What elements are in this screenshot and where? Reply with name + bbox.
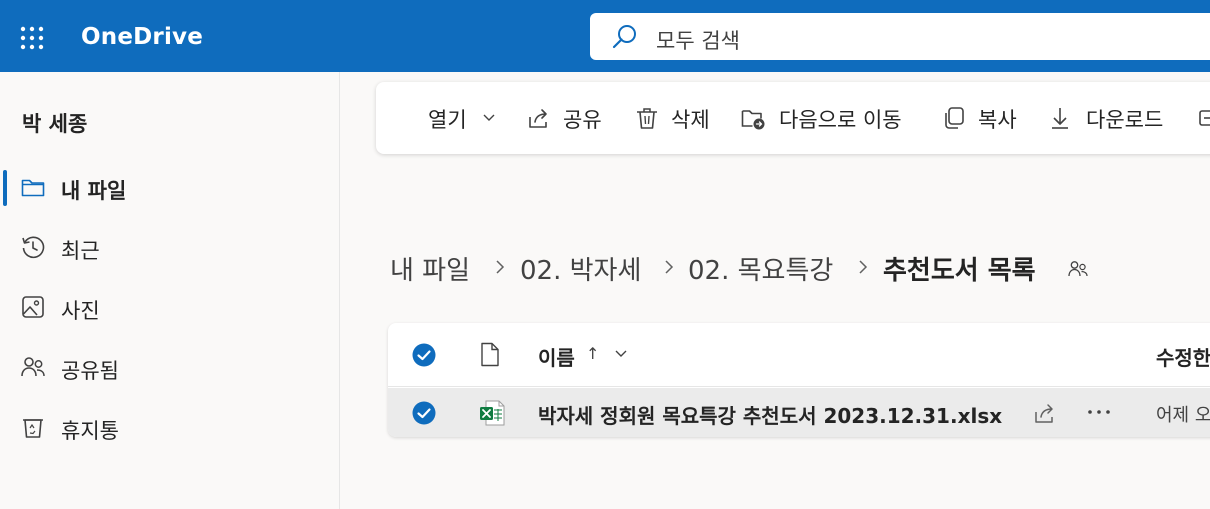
move-to-button[interactable]: 다음으로 이동	[740, 103, 916, 133]
copy-button[interactable]: 복사	[941, 103, 1021, 133]
column-header-modified[interactable]: 수정한	[1156, 342, 1210, 371]
download-button[interactable]: 다운로드	[1047, 103, 1172, 133]
command-bar: 열기 공유 삭제 다음으로 이동 복사 다운로드	[376, 82, 1210, 154]
delete-button[interactable]: 삭제	[634, 103, 714, 133]
breadcrumb-item-folder-1[interactable]: 02. 박자세	[520, 250, 641, 287]
shared-people-icon	[1068, 261, 1088, 277]
breadcrumb-current: 추천도서 목록	[883, 256, 1036, 286]
copy-icon	[945, 107, 964, 129]
sidebar-item-recent[interactable]: 최근	[0, 225, 339, 269]
sidebar-item-recycle-bin[interactable]: 휴지통	[0, 405, 339, 449]
column-header-name[interactable]: 이름	[538, 342, 575, 371]
sidebar-item-label: 사진	[61, 299, 100, 323]
sidebar-item-label: 공유됨	[61, 359, 119, 383]
image-icon	[22, 296, 44, 318]
download-icon	[1052, 108, 1068, 129]
app-title[interactable]: OneDrive	[81, 24, 203, 50]
chevron-down-icon	[483, 114, 495, 121]
breadcrumb-item-folder-2[interactable]: 02. 목요특강	[688, 250, 833, 287]
history-icon	[22, 236, 45, 259]
trash-icon	[637, 108, 657, 129]
chevron-down-icon[interactable]	[614, 349, 628, 359]
share-button[interactable]: 공유	[526, 103, 608, 133]
list-header: 이름 ↑ 수정한	[388, 323, 1210, 387]
sidebar: 박 세종 내 파일 최근 사진 공유됨 휴지통	[0, 72, 340, 509]
recycle-bin-icon	[23, 419, 43, 438]
active-indicator	[3, 170, 7, 206]
app-launcher-icon[interactable]	[20, 26, 44, 50]
sidebar-item-my-files[interactable]: 내 파일	[0, 165, 339, 209]
file-list: 이름 ↑ 수정한 박자세 정회원 목요특강 추천도서 2023.12.31.xl…	[388, 323, 1210, 437]
table-row[interactable]: 박자세 정회원 목요특강 추천도서 2023.12.31.xlsx 어제 오	[388, 388, 1210, 437]
chevron-right-icon	[859, 260, 868, 274]
download-label: 다운로드	[1086, 108, 1164, 132]
file-modified: 어제 오	[1156, 405, 1210, 426]
user-name: 박 세종	[22, 112, 88, 136]
sidebar-item-shared[interactable]: 공유됨	[0, 345, 339, 389]
move-folder-icon	[741, 110, 765, 130]
sidebar-item-label: 최근	[61, 239, 100, 263]
top-bar: OneDrive 모두 검색	[0, 0, 1210, 72]
file-name[interactable]: 박자세 정회원 목요특강 추천도서 2023.12.31.xlsx	[538, 400, 1002, 429]
search-box[interactable]: 모두 검색	[590, 13, 1210, 60]
sidebar-item-photos[interactable]: 사진	[0, 285, 339, 329]
more-options-icon[interactable]	[1087, 408, 1111, 416]
rename-icon	[1199, 110, 1210, 126]
search-icon	[612, 25, 636, 49]
chevron-right-icon	[496, 260, 505, 274]
file-type-icon	[481, 342, 499, 367]
more-command-button[interactable]	[1198, 103, 1210, 133]
share-icon	[529, 109, 547, 128]
excel-icon	[480, 400, 505, 426]
row-checkbox[interactable]	[412, 401, 436, 425]
select-all-checkbox[interactable]	[412, 343, 436, 367]
sidebar-item-label: 내 파일	[61, 179, 127, 203]
move-to-label: 다음으로 이동	[779, 108, 902, 132]
sort-ascending-icon[interactable]: ↑	[586, 344, 599, 363]
chevron-right-icon	[665, 260, 674, 274]
share-label: 공유	[563, 108, 602, 132]
copy-label: 복사	[978, 108, 1017, 132]
open-label: 열기	[428, 108, 467, 132]
folder-icon	[21, 179, 45, 197]
open-button[interactable]: 열기	[428, 103, 500, 133]
people-icon	[21, 357, 45, 377]
breadcrumb-item-my-files[interactable]: 내 파일	[390, 250, 470, 287]
search-input[interactable]: 모두 검색	[656, 25, 740, 55]
delete-label: 삭제	[671, 108, 710, 132]
sidebar-item-label: 휴지통	[61, 419, 119, 443]
share-icon[interactable]	[1032, 400, 1058, 426]
